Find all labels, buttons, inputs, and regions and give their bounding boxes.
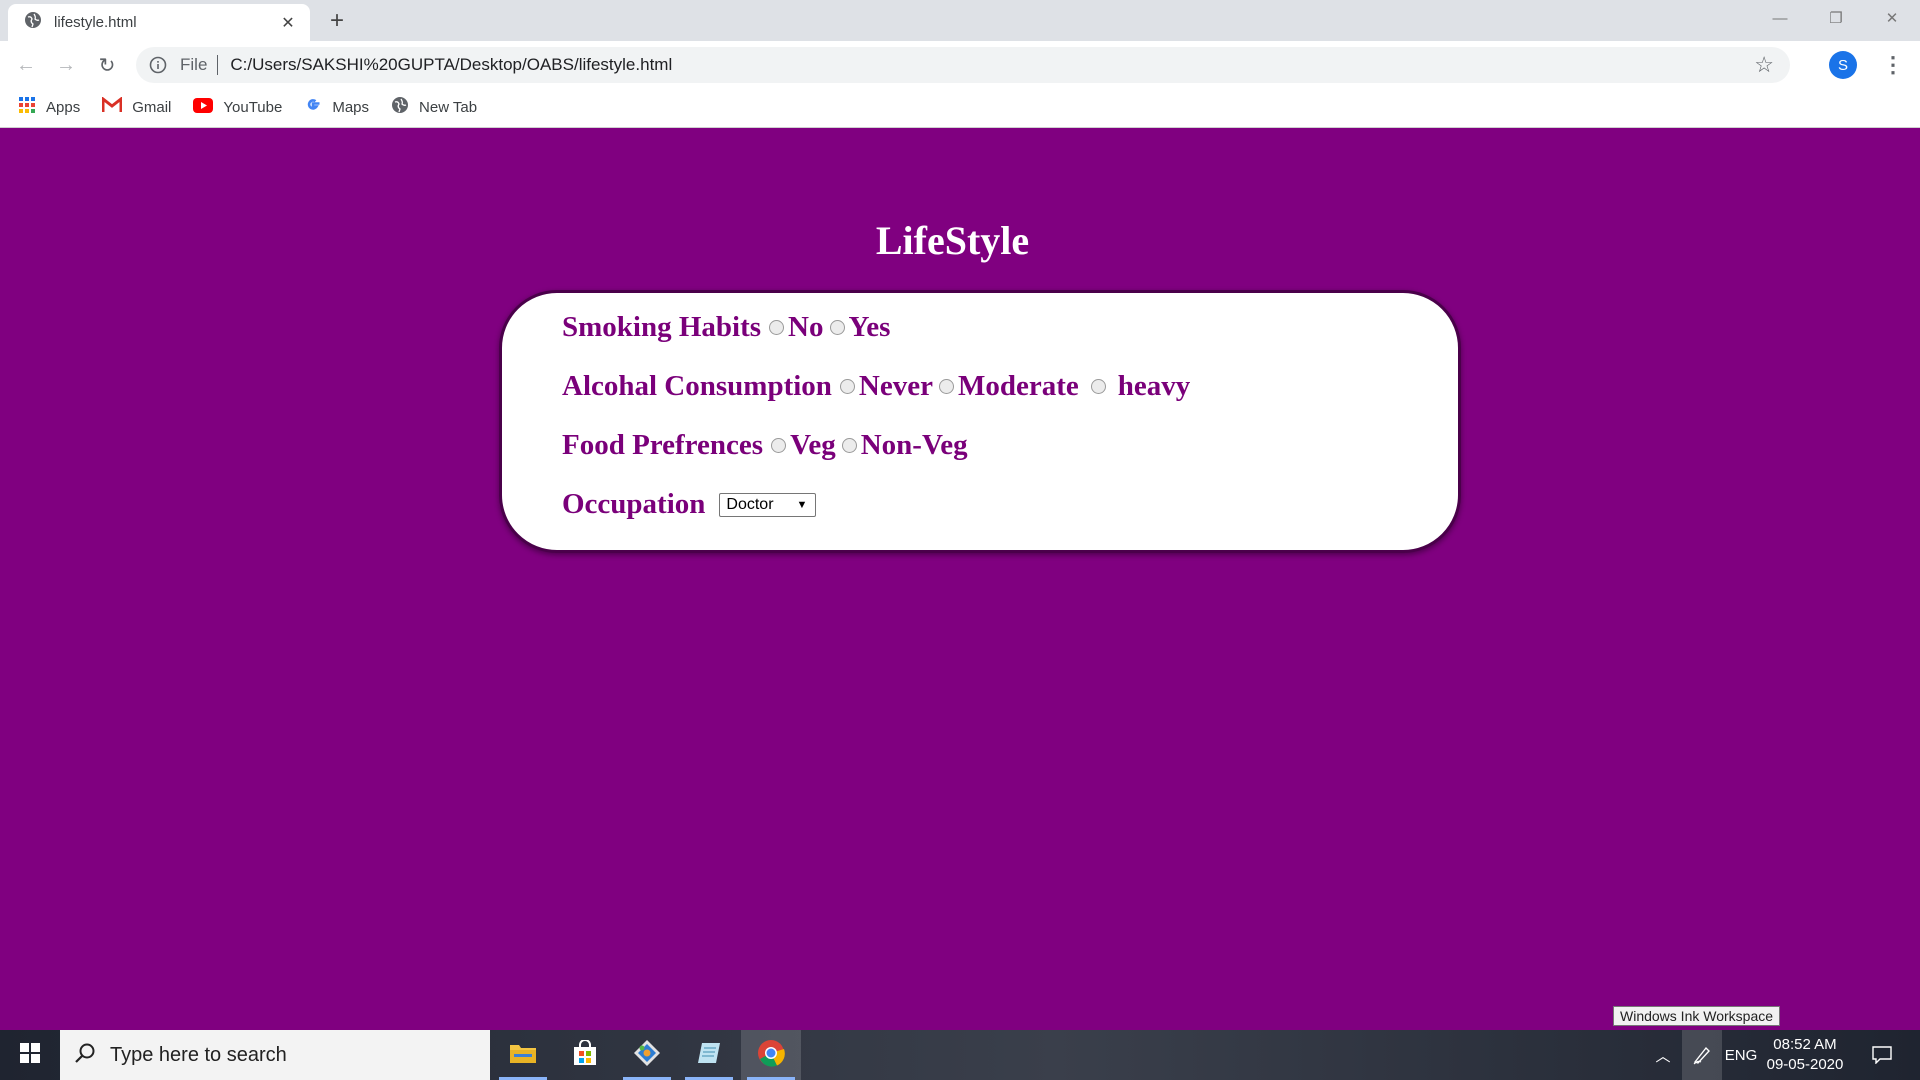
smoking-no-radio[interactable] [769,320,785,335]
taskbar-file-explorer[interactable] [493,1030,553,1080]
bookmark-label: Gmail [132,99,172,116]
tab-title: lifestyle.html [54,14,137,31]
bookmark-apps[interactable]: Apps [18,94,80,122]
food-nonveg-label: Non-Veg [860,429,968,461]
food-row: Food Prefrences Veg Non-Veg [562,429,972,462]
tab-strip: lifestyle.html ✕ + — ❐ ✕ [0,0,1920,41]
google-icon [304,96,322,119]
clock-time: 08:52 AM [1773,1036,1837,1053]
page-content: LifeStyle Smoking Habits No Yes Alcohal … [0,129,1920,1030]
window-controls: — ❐ ✕ [1752,0,1920,36]
bookmark-maps[interactable]: Maps [304,94,369,122]
bookmark-gmail[interactable]: Gmail [101,94,172,122]
alcohol-never-radio[interactable] [839,379,855,394]
gmail-icon [101,95,123,118]
folder-icon [509,1042,537,1069]
search-placeholder: Type here to search [110,1043,287,1066]
food-label: Food Prefrences [562,429,764,461]
bookmark-new-tab[interactable]: New Tab [391,94,477,122]
alcohol-moderate-radio[interactable] [938,379,954,394]
bookmark-star-icon[interactable]: ☆ [1754,52,1774,78]
globe-icon [24,11,42,34]
bookmark-label: Apps [46,99,81,116]
profile-avatar[interactable]: S [1829,51,1857,79]
alcohol-label: Alcohal Consumption [562,370,832,402]
alcohol-heavy-label: heavy [1117,370,1191,402]
bookmark-label: YouTube [223,99,283,116]
taskbar-git-app[interactable] [617,1030,677,1080]
bookmarks-bar: Apps Gmail YouTube Maps New Tab [0,88,1920,128]
close-window-icon[interactable]: ✕ [1864,0,1920,36]
smoking-label: Smoking Habits [562,311,762,343]
taskbar-clock[interactable]: 08:52 AM 09-05-2020 [1760,1035,1850,1075]
alcohol-row: Alcohal Consumption Never Moderate heavy [562,370,1194,403]
tab-lifestyle[interactable]: lifestyle.html ✕ [8,4,310,41]
back-arrow-icon[interactable]: ← [10,49,42,81]
minimize-icon[interactable]: — [1752,0,1808,36]
forward-arrow-icon[interactable]: → [50,49,82,81]
bookmark-label: New Tab [419,99,478,116]
smoking-yes-label: Yes [848,311,891,343]
bookmark-label: Maps [332,99,370,116]
more-menu-icon[interactable]: ⋮ [1878,49,1908,81]
url-text[interactable]: C:/Users/SAKSHI%20GUPTA/Desktop/OABS/lif… [230,55,1754,75]
occupation-select[interactable]: Doctor ▼ [719,492,817,517]
start-button[interactable] [0,1030,60,1080]
alcohol-moderate-label: Moderate [957,370,1079,402]
browser-toolbar: ← → ↻ File C:/Users/SAKSHI%20GUPTA/Deskt… [0,41,1920,88]
occupation-row: Occupation Doctor ▼ [562,488,817,521]
ink-workspace-tooltip: Windows Ink Workspace [1613,1006,1781,1026]
git-diamond-icon [633,1039,661,1072]
reload-icon[interactable]: ↻ [91,49,123,81]
tab-close-icon[interactable]: ✕ [274,9,302,37]
taskbar-editor-app[interactable] [679,1030,739,1080]
address-bar[interactable]: File C:/Users/SAKSHI%20GUPTA/Desktop/OAB… [136,47,1790,83]
taskbar-chrome[interactable] [741,1030,801,1080]
taskbar-store[interactable] [555,1030,615,1080]
lifestyle-form-card: Smoking Habits No Yes Alcohal Consumptio… [499,290,1461,553]
occupation-label: Occupation [562,488,706,520]
food-veg-label: Veg [790,429,836,461]
smoking-no-label: No [788,311,824,343]
address-scheme-label: File [180,55,208,74]
chevron-down-icon: ▼ [796,498,808,511]
search-icon [74,1042,96,1069]
taskbar-search[interactable]: Type here to search [60,1030,490,1080]
chrome-icon [757,1039,785,1072]
notification-center-icon[interactable] [1862,1030,1902,1080]
store-bag-icon [572,1038,598,1071]
new-tab-button[interactable]: + [322,6,352,36]
restore-icon[interactable]: ❐ [1808,0,1864,36]
food-nonveg-radio[interactable] [841,438,857,453]
windows-logo-icon [20,1042,40,1068]
occupation-selected-value: Doctor [726,495,774,513]
address-divider [217,55,219,75]
smoking-yes-radio[interactable] [829,320,845,335]
taskbar: Type here to search ︿ ENG 08:52 AM 09-05… [0,1030,1920,1080]
notepad-icon [696,1040,722,1071]
alcohol-heavy-radio[interactable] [1090,379,1106,394]
clock-date: 09-05-2020 [1766,1056,1844,1073]
smoking-row: Smoking Habits No Yes [562,311,894,344]
alcohol-never-label: Never [858,370,933,402]
language-indicator[interactable]: ENG [1722,1030,1760,1080]
food-veg-radio[interactable] [771,438,787,453]
page-title: LifeStyle [875,218,1030,263]
bookmark-youtube[interactable]: YouTube [193,94,282,122]
pen-ink-icon[interactable] [1682,1030,1722,1080]
globe-icon [391,96,409,119]
info-icon[interactable] [148,55,168,75]
show-hidden-icons-chevron-icon[interactable]: ︿ [1648,1030,1678,1080]
apps-grid-icon [18,96,36,119]
youtube-icon [193,97,214,118]
